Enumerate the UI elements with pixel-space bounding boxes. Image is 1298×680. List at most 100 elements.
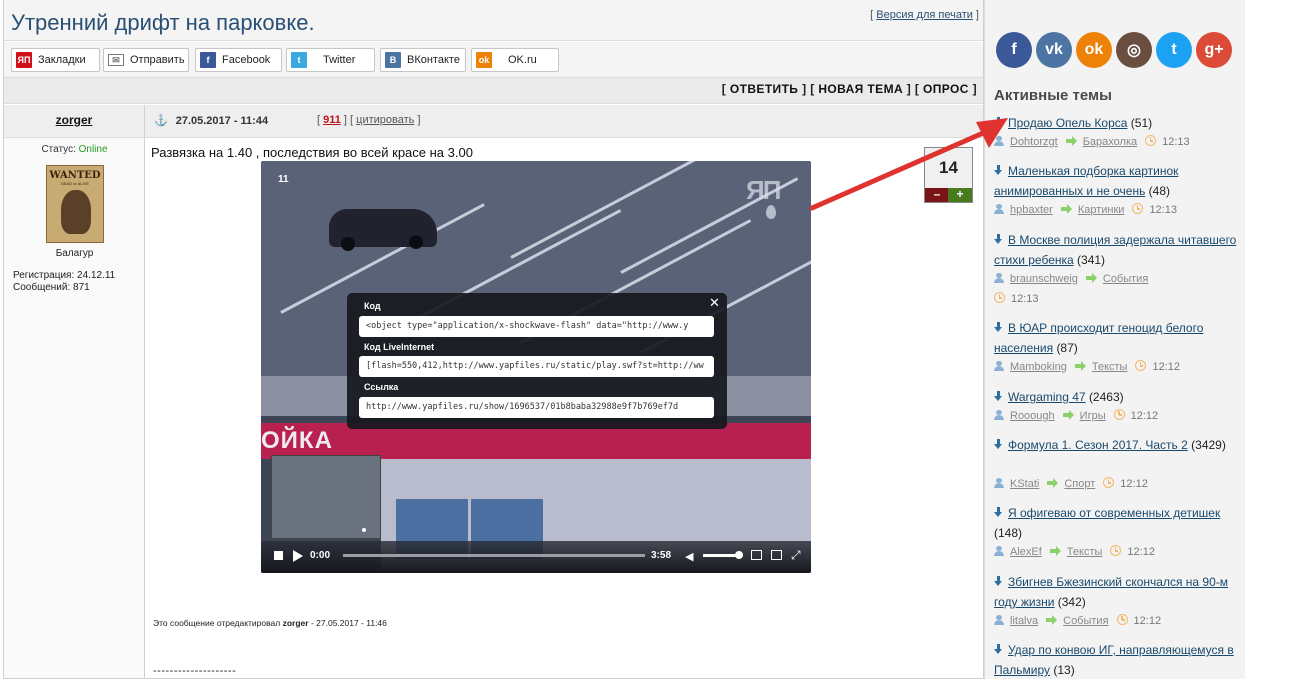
edit-note-time: - 27.05.2017 - 11:46 (308, 618, 387, 628)
car (329, 209, 437, 251)
twitter-icon[interactable]: t (1156, 32, 1192, 68)
msgs-value: 871 (73, 282, 90, 293)
yap-icon: ЯП (16, 52, 32, 68)
topic-last-user[interactable]: hpbaxter (1010, 204, 1053, 216)
avatar-wanted-text: WANTED (49, 170, 101, 181)
active-topic: Збигнев Бжезинский скончался на 90-м год… (994, 572, 1239, 612)
anchor-icon[interactable]: ⚓ (154, 115, 168, 127)
active-topic: Продаю Опель Корса (51) (994, 113, 1239, 133)
topic-last-user[interactable]: KStati (1010, 478, 1039, 490)
topic-meta: KStati Спорт 12:12 (994, 475, 1239, 493)
share-vk-button[interactable]: B ВКонтакте (380, 48, 466, 72)
topic-meta: litalva События 12:12 (994, 612, 1239, 630)
subtitles-icon[interactable] (771, 550, 782, 560)
video-sign-text: ОЙКА (261, 427, 333, 454)
edit-note-prefix: Это сообщение отредактировал (153, 618, 281, 628)
author-info: Статус: Online WANTED DEAD or ALIVE Бала… (4, 138, 145, 678)
topic-last-user[interactable]: Rooough (1010, 410, 1055, 422)
rating-plus-button[interactable]: + (948, 188, 972, 202)
progress-track[interactable] (343, 554, 645, 557)
duration: 3:58 (651, 550, 672, 561)
post-date: 27.05.2017 - 11:44 (175, 115, 269, 127)
odnoklassniki-icon[interactable]: ok (1076, 32, 1112, 68)
video-index: 11 (278, 174, 289, 185)
topic-category[interactable]: Барахолка (1083, 136, 1137, 148)
googleplus-icon[interactable]: g+ (1196, 32, 1232, 68)
video-preview-thumbnail[interactable] (271, 455, 381, 539)
topic-link[interactable]: Удар по конвою ИГ, направляющемуся в Пал… (994, 643, 1234, 677)
topic-link[interactable]: Продаю Опель Корса (1008, 116, 1127, 130)
topic-title: Утренний дрифт на парковке. (11, 10, 315, 35)
msgs-label: Сообщений: (13, 282, 71, 293)
odnoklassniki-icon: ok (476, 52, 492, 68)
topic-category[interactable]: Тексты (1067, 546, 1103, 558)
user-icon (994, 204, 1004, 214)
topic-link[interactable]: В Москве полиция задержала читавшего сти… (994, 233, 1236, 267)
print-version: [ Версия для печати ] (870, 9, 979, 21)
post-body: Развязка на 1.40 , последствия во всей к… (151, 142, 981, 678)
topic-link[interactable]: Збигнев Бжезинский скончался на 90-м год… (994, 575, 1228, 609)
topic-last-user[interactable]: AlexEf (1010, 546, 1042, 558)
topic-last-user[interactable]: Dohtorzgt (1010, 136, 1058, 148)
topic-category[interactable]: Игры (1080, 410, 1106, 422)
post-author-link[interactable]: zorger (56, 113, 93, 127)
topic-time: 12:13 (1162, 136, 1190, 148)
topic-meta: AlexEf Тексты 12:12 (994, 543, 1239, 561)
embed-li-field[interactable]: [flash=550,412,http://www.yapfiles.ru/st… (359, 356, 714, 377)
topic-link[interactable]: Wargaming 47 (1008, 390, 1086, 404)
topic-last-user[interactable]: litalva (1010, 615, 1038, 627)
embed-code-field[interactable]: <object type="application/x-shockwave-fl… (359, 316, 714, 337)
volume-knob[interactable] (735, 551, 743, 559)
topic-title-bar: Утренний дрифт на парковке. [ Версия для… (4, 0, 983, 41)
topic-category[interactable]: Спорт (1064, 478, 1095, 490)
vk-icon[interactable]: vk (1036, 32, 1072, 68)
share-facebook-button[interactable]: f Facebook (195, 48, 282, 72)
user-icon (994, 546, 1004, 556)
right-arrow-icon (1062, 410, 1074, 420)
post-number-link[interactable]: 911 (323, 114, 341, 126)
topic-category[interactable]: Тексты (1092, 361, 1128, 373)
sidebar: f vk ok ◎ t g+ Активные темы Продаю Опель Кор… (984, 0, 1245, 679)
topic-link[interactable]: В ЮАР происходит геноцид белого населени… (994, 321, 1203, 355)
volume-slider[interactable] (703, 551, 743, 559)
share-email-button[interactable]: ✉ Отправить (103, 48, 189, 72)
clock-icon (1132, 203, 1144, 214)
user-icon (994, 136, 1004, 146)
facebook-icon: f (200, 52, 216, 68)
topic-last-user[interactable]: Mamboking (1010, 361, 1067, 373)
rating-minus-button[interactable]: – (925, 188, 949, 202)
fullscreen-icon[interactable]: ⤢ (791, 548, 801, 563)
volume-icon[interactable]: ◀ (685, 550, 693, 563)
topic-down-arrow-icon (994, 322, 1002, 333)
share-bookmarks-button[interactable]: ЯП Закладки (11, 48, 100, 72)
reg-label: Регистрация: (13, 270, 75, 281)
clock-icon (1135, 360, 1147, 371)
volume-fill (703, 551, 743, 559)
reply-button[interactable]: ОТВЕТИТЬ (730, 82, 798, 96)
close-icon[interactable]: ✕ (709, 295, 720, 311)
share-ok-button[interactable]: ok OK.ru (471, 48, 559, 72)
topic-last-user[interactable]: braunschweig (1010, 273, 1078, 285)
topic-link[interactable]: Формула 1. Сезон 2017. Часть 2 (1008, 438, 1188, 452)
clock-icon (994, 292, 1005, 303)
stop-icon[interactable] (274, 551, 283, 560)
topic-category[interactable]: События (1103, 273, 1148, 285)
share-button-label: ВКонтакте (407, 54, 460, 66)
poll-button[interactable]: ОПРОС (923, 82, 969, 96)
video-player[interactable]: ОЙКА 11 ЯП ✕ Код <object type="applicati… (261, 161, 811, 573)
print-version-link[interactable]: Версия для печати (876, 9, 973, 21)
topic-category[interactable]: События (1063, 615, 1108, 627)
quote-link[interactable]: цитировать (356, 114, 414, 126)
play-icon[interactable] (293, 550, 303, 562)
facebook-icon[interactable]: f (996, 32, 1032, 68)
embed-link-field[interactable]: http://www.yapfiles.ru/show/1696537/01b8… (359, 397, 714, 418)
topic-category[interactable]: Картинки (1078, 204, 1125, 216)
playlist-icon[interactable] (751, 550, 762, 560)
active-topic: В Москве полиция задержала читавшего сти… (994, 230, 1239, 270)
topic-link[interactable]: Я офигеваю от современных детишек (1008, 506, 1220, 520)
active-topic: Удар по конвою ИГ, направляющемуся в Пал… (994, 640, 1239, 680)
new-topic-button[interactable]: НОВАЯ ТЕМА (818, 82, 903, 96)
share-twitter-button[interactable]: t Twitter (286, 48, 375, 72)
avatar[interactable]: WANTED DEAD or ALIVE (46, 165, 104, 243)
instagram-icon[interactable]: ◎ (1116, 32, 1152, 68)
